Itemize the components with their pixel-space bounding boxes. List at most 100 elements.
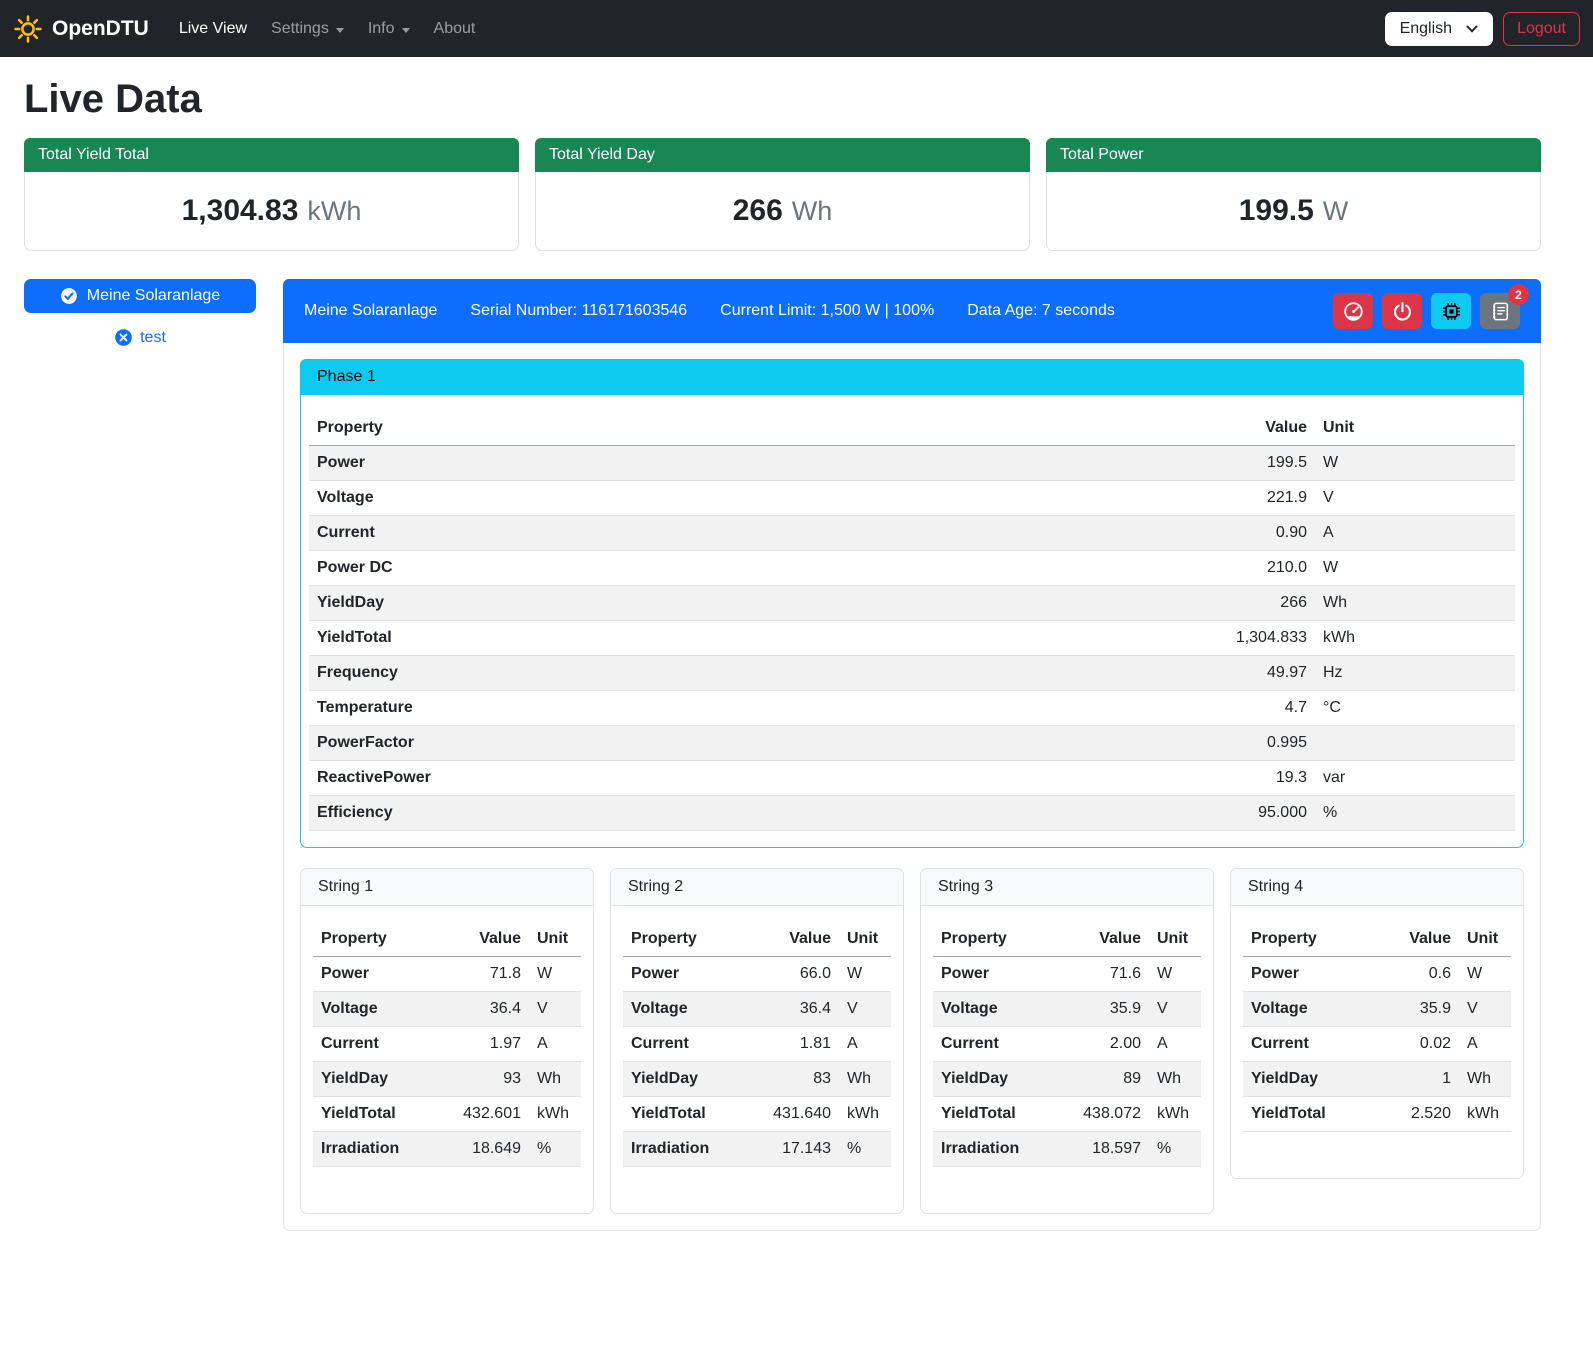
inverter-button-label: Meine Solaranlage (87, 287, 220, 305)
nav-item-about[interactable]: About (422, 12, 488, 46)
column-header-unit: Unit (1459, 922, 1511, 957)
row-unit: V (1315, 481, 1515, 516)
row-unit: V (839, 992, 891, 1027)
row-unit: Wh (1315, 586, 1515, 621)
string-4-panel: String 4 Property Value Unit (1230, 868, 1524, 1179)
card-header: Total Power (1046, 138, 1541, 172)
main-container: Live Data Total Yield Total 1,304.83kWh … (0, 77, 1593, 1257)
table-body: Power71.6WVoltage35.9VCurrent2.00AYieldD… (933, 957, 1201, 1167)
table-row: Power0.6W (1243, 957, 1511, 992)
nav-item-label: Settings (271, 20, 329, 38)
event-log-button[interactable]: 2 (1480, 293, 1520, 329)
table-body: Power66.0WVoltage36.4VCurrent1.81AYieldD… (623, 957, 891, 1167)
table-row: Power71.8W (313, 957, 581, 992)
table-header-row: Property Value Unit (313, 922, 581, 957)
table-body: Power199.5WVoltage221.9VCurrent0.90APowe… (309, 446, 1515, 831)
table-row: Voltage36.4V (313, 992, 581, 1027)
card-total-yield-day: Total Yield Day 266Wh (535, 138, 1030, 251)
nav-item-label: Info (368, 20, 395, 38)
row-unit: % (529, 1132, 581, 1167)
row-property: Current (623, 1027, 753, 1062)
row-property: YieldTotal (313, 1097, 443, 1132)
row-property: PowerFactor (309, 726, 1165, 761)
row-property: YieldTotal (623, 1097, 753, 1132)
string-panel-title: String 3 (921, 869, 1213, 906)
card-header: Total Yield Total (24, 138, 519, 172)
limit-settings-button[interactable] (1333, 293, 1373, 329)
row-property: Power (623, 957, 753, 992)
table-row: Voltage36.4V (623, 992, 891, 1027)
string-2-table: Property Value Unit Power66.0WVoltage36.… (623, 922, 891, 1167)
nav-item-live-view[interactable]: Live View (167, 12, 259, 46)
inverter-select-button[interactable]: Meine Solaranlage (24, 279, 256, 313)
row-property: Voltage (1243, 992, 1373, 1027)
column-header-unit: Unit (1149, 922, 1201, 957)
row-property: YieldDay (933, 1062, 1063, 1097)
row-property: YieldDay (1243, 1062, 1373, 1097)
row-value: 0.995 (1165, 726, 1315, 761)
row-property: YieldTotal (933, 1097, 1063, 1132)
row-value: 66.0 (753, 957, 839, 992)
nav-item-info[interactable]: Info (356, 12, 422, 46)
power-button[interactable] (1382, 293, 1422, 329)
brand[interactable]: OpenDTU (13, 14, 149, 44)
table-head: Property Value Unit (313, 922, 581, 957)
table-row: Power199.5W (309, 446, 1515, 481)
row-property: YieldTotal (309, 621, 1165, 656)
row-property: ReactivePower (309, 761, 1165, 796)
check-circle-icon (60, 287, 78, 305)
row-property: Power DC (309, 551, 1165, 586)
string-panel-body: Property Value Unit Power66.0WVoltage36.… (611, 906, 903, 1213)
logout-button[interactable]: Logout (1503, 12, 1580, 46)
language-select[interactable]: English (1385, 12, 1493, 46)
table-header-row: Property Value Unit (623, 922, 891, 957)
row-unit: Wh (839, 1062, 891, 1097)
table-row: YieldDay1Wh (1243, 1062, 1511, 1097)
row-value: 19.3 (1165, 761, 1315, 796)
row-unit: V (529, 992, 581, 1027)
inverter-item-test[interactable]: test (24, 328, 256, 347)
row-value: 432.601 (443, 1097, 529, 1132)
row-value: 1.97 (443, 1027, 529, 1062)
row-property: Power (309, 446, 1165, 481)
table-row: Frequency49.97Hz (309, 656, 1515, 691)
table-body: Power0.6WVoltage35.9VCurrent0.02AYieldDa… (1243, 957, 1511, 1132)
table-header-row: Property Value Unit (1243, 922, 1511, 957)
row-property: Current (309, 516, 1165, 551)
string-2-panel: String 2 Property Value Unit (610, 868, 904, 1214)
column-header-unit: Unit (1315, 411, 1515, 446)
card-unit: W (1323, 196, 1348, 226)
nav-item-settings[interactable]: Settings (259, 12, 356, 46)
row-property: Frequency (309, 656, 1165, 691)
row-unit: W (839, 957, 891, 992)
table-row: Current0.90A (309, 516, 1515, 551)
table-row: Voltage35.9V (1243, 992, 1511, 1027)
phase-panel-title: Phase 1 (300, 359, 1524, 395)
string-1-panel: String 1 Property Value Unit (300, 868, 594, 1214)
table-row: Irradiation17.143% (623, 1132, 891, 1167)
device-info-button[interactable] (1431, 293, 1471, 329)
row-unit: % (1315, 796, 1515, 831)
table-row: Power71.6W (933, 957, 1201, 992)
cpu-icon (1441, 301, 1462, 322)
row-unit: A (529, 1027, 581, 1062)
page: OpenDTU Live View Settings Info About En… (0, 0, 1593, 1257)
row-unit: Wh (529, 1062, 581, 1097)
row-property: Current (933, 1027, 1063, 1062)
x-circle-icon (114, 328, 133, 347)
sun-icon (13, 14, 43, 44)
inverter-data-age: Data Age: 7 seconds (967, 302, 1115, 320)
row-unit: W (1149, 957, 1201, 992)
row-value: 266 (1165, 586, 1315, 621)
row-value: 71.8 (443, 957, 529, 992)
row-unit: kWh (1459, 1097, 1511, 1132)
event-count-badge: 2 (1508, 284, 1529, 305)
row-unit: W (529, 957, 581, 992)
column-header-property: Property (313, 922, 443, 957)
card-unit: Wh (792, 196, 833, 226)
row-value: 1,304.833 (1165, 621, 1315, 656)
row-unit: A (839, 1027, 891, 1062)
row-unit: A (1459, 1027, 1511, 1062)
row-property: Voltage (933, 992, 1063, 1027)
string-panel-body: Property Value Unit Power0.6WVoltage35.9… (1231, 906, 1523, 1178)
